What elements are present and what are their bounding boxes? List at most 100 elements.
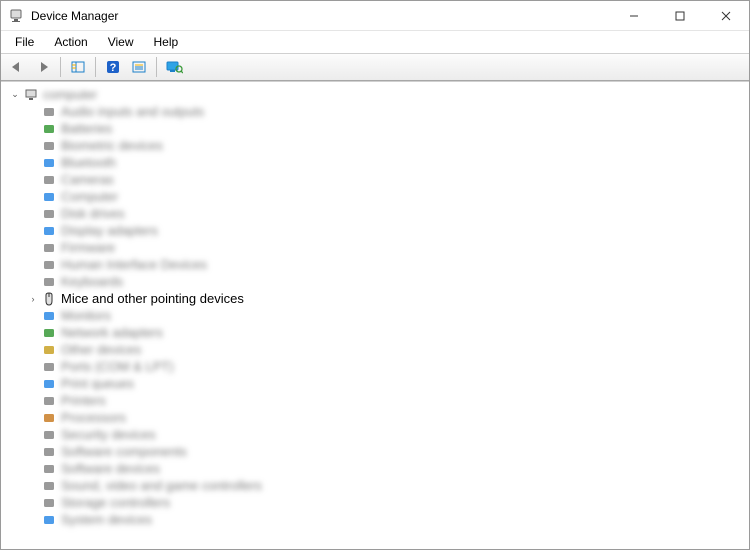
tree-item[interactable]: Monitors xyxy=(25,307,749,324)
properties-button[interactable] xyxy=(127,56,151,78)
tree-item-label: Storage controllers xyxy=(61,494,170,511)
tree-item-label: Firmware xyxy=(61,239,115,256)
tree-item[interactable]: Security devices xyxy=(25,426,749,443)
menu-view[interactable]: View xyxy=(98,33,144,51)
tree-item[interactable]: Bluetooth xyxy=(25,154,749,171)
expand-collapse-icon[interactable] xyxy=(27,361,39,373)
device-category-icon xyxy=(41,121,57,137)
tree-item[interactable]: Ports (COM & LPT) xyxy=(25,358,749,375)
help-button[interactable]: ? xyxy=(101,56,125,78)
show-hide-tree-button[interactable] xyxy=(66,56,90,78)
expand-collapse-icon[interactable] xyxy=(27,310,39,322)
tree-item[interactable]: System devices xyxy=(25,511,749,528)
tree-item-label: System devices xyxy=(61,511,152,528)
device-manager-icon xyxy=(9,8,25,24)
tree-item[interactable]: Biometric devices xyxy=(25,137,749,154)
device-category-icon xyxy=(41,104,57,120)
expand-collapse-icon[interactable] xyxy=(27,429,39,441)
tree-item-mice[interactable]: ›Mice and other pointing devices xyxy=(25,290,749,307)
tree-item-label: Other devices xyxy=(61,341,141,358)
device-category-icon xyxy=(41,461,57,477)
minimize-button[interactable] xyxy=(611,1,657,30)
tree-item-label: Keyboards xyxy=(61,273,123,290)
tree-item[interactable]: Cameras xyxy=(25,171,749,188)
tree-item-label: Display adapters xyxy=(61,222,158,239)
expand-collapse-icon[interactable] xyxy=(27,497,39,509)
menu-action[interactable]: Action xyxy=(44,33,97,51)
menu-help[interactable]: Help xyxy=(144,33,189,51)
tree-item[interactable]: Software components xyxy=(25,443,749,460)
expand-collapse-icon[interactable] xyxy=(27,327,39,339)
device-category-icon xyxy=(41,308,57,324)
device-category-icon xyxy=(41,274,57,290)
scan-hardware-button[interactable] xyxy=(162,56,186,78)
tree-item[interactable]: Computer xyxy=(25,188,749,205)
device-category-icon xyxy=(41,155,57,171)
expand-collapse-icon[interactable] xyxy=(27,480,39,492)
expand-collapse-icon[interactable] xyxy=(27,140,39,152)
expand-collapse-icon[interactable] xyxy=(27,123,39,135)
tree-item[interactable]: Human Interface Devices xyxy=(25,256,749,273)
expand-collapse-icon[interactable] xyxy=(27,191,39,203)
menu-file[interactable]: File xyxy=(5,33,44,51)
tree-item[interactable]: Batteries xyxy=(25,120,749,137)
tree-item[interactable]: Network adapters xyxy=(25,324,749,341)
tree-item[interactable]: Software devices xyxy=(25,460,749,477)
expand-collapse-icon[interactable] xyxy=(27,463,39,475)
toolbar-separator xyxy=(60,57,61,77)
titlebar: Device Manager xyxy=(1,1,749,31)
menubar: File Action View Help xyxy=(1,31,749,53)
tree-item[interactable]: Other devices xyxy=(25,341,749,358)
expand-collapse-icon[interactable] xyxy=(27,174,39,186)
expand-collapse-icon[interactable] xyxy=(27,242,39,254)
tree-item-label: Cameras xyxy=(61,171,114,188)
expand-collapse-icon[interactable] xyxy=(27,446,39,458)
window-controls xyxy=(611,1,749,30)
tree-item[interactable]: Sound, video and game controllers xyxy=(25,477,749,494)
device-category-icon xyxy=(41,495,57,511)
tree-item-label: Software components xyxy=(61,443,187,460)
tree-item[interactable]: Audio inputs and outputs xyxy=(25,103,749,120)
expand-collapse-icon[interactable] xyxy=(27,395,39,407)
tree-item-label: Batteries xyxy=(61,120,112,137)
device-category-icon xyxy=(41,325,57,341)
tree-item[interactable]: Printers xyxy=(25,392,749,409)
forward-button[interactable] xyxy=(31,56,55,78)
expand-collapse-icon[interactable] xyxy=(27,106,39,118)
expand-collapse-icon[interactable] xyxy=(27,259,39,271)
expand-collapse-icon[interactable]: ⌄ xyxy=(9,89,21,101)
mouse-icon xyxy=(41,291,57,307)
device-category-icon xyxy=(41,138,57,154)
expand-collapse-icon[interactable] xyxy=(27,344,39,356)
content-area: ⌄computerAudio inputs and outputsBatteri… xyxy=(1,81,749,549)
expand-collapse-icon[interactable] xyxy=(27,157,39,169)
computer-icon xyxy=(23,87,39,103)
tree-item[interactable]: Print queues xyxy=(25,375,749,392)
expand-collapse-icon[interactable] xyxy=(27,514,39,526)
expand-collapse-icon[interactable] xyxy=(27,225,39,237)
expand-collapse-icon[interactable] xyxy=(27,208,39,220)
back-button[interactable] xyxy=(5,56,29,78)
tree-item[interactable]: Keyboards xyxy=(25,273,749,290)
tree-item-label: Printers xyxy=(61,392,106,409)
toolbar-separator xyxy=(95,57,96,77)
tree-item[interactable]: Firmware xyxy=(25,239,749,256)
expand-collapse-icon[interactable] xyxy=(27,276,39,288)
tree-item[interactable]: Disk drives xyxy=(25,205,749,222)
tree-item-label: Biometric devices xyxy=(61,137,163,154)
close-button[interactable] xyxy=(703,1,749,30)
device-category-icon xyxy=(41,240,57,256)
maximize-button[interactable] xyxy=(657,1,703,30)
toolbar: ? xyxy=(1,53,749,81)
expand-collapse-icon[interactable] xyxy=(27,378,39,390)
tree-root[interactable]: ⌄computer xyxy=(7,86,749,103)
tree-item[interactable]: Storage controllers xyxy=(25,494,749,511)
device-manager-window: Device Manager File Action View Help xyxy=(0,0,750,550)
tree-item-label: Audio inputs and outputs xyxy=(61,103,204,120)
expand-collapse-icon[interactable]: › xyxy=(27,293,39,305)
device-tree[interactable]: ⌄computerAudio inputs and outputsBatteri… xyxy=(1,82,749,549)
tree-item[interactable]: Processors xyxy=(25,409,749,426)
svg-text:?: ? xyxy=(110,62,117,74)
tree-item[interactable]: Display adapters xyxy=(25,222,749,239)
expand-collapse-icon[interactable] xyxy=(27,412,39,424)
